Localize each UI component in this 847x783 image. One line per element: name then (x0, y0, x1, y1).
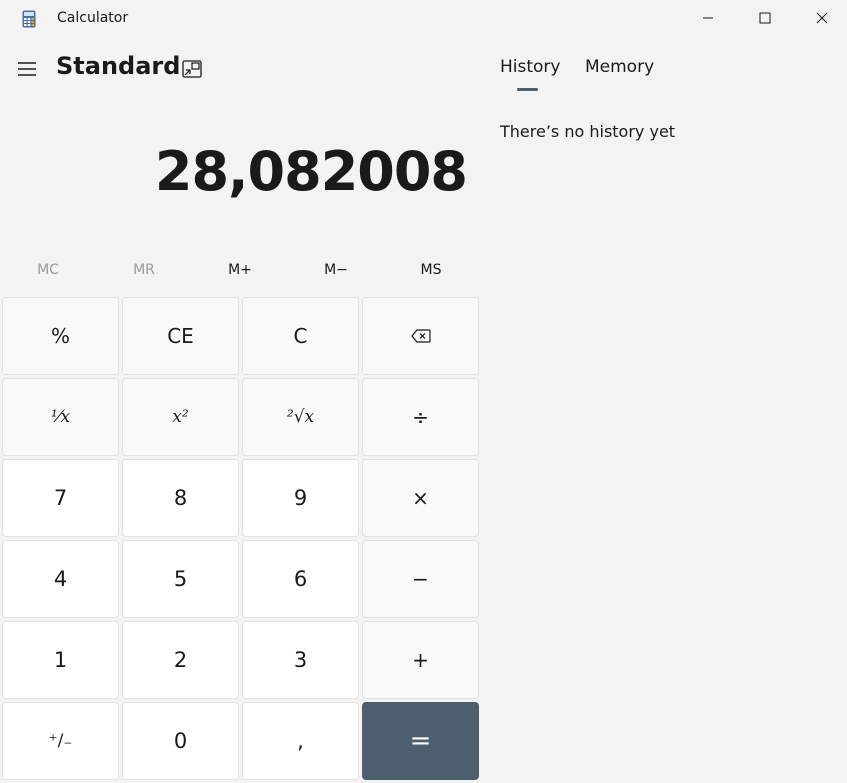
minus-button[interactable]: − (362, 540, 479, 618)
negate-button[interactable]: ⁺/₋ (2, 702, 119, 780)
equals-button[interactable]: = (362, 702, 479, 780)
digit-9-button[interactable]: 9 (242, 459, 359, 537)
memory-store-button[interactable]: MS (383, 254, 479, 286)
memory-subtract-button[interactable]: M− (288, 254, 384, 286)
empty-history-message: There’s no history yet (500, 122, 676, 141)
memory-recall-button[interactable]: MR (96, 254, 192, 286)
memory-clear-button[interactable]: MC (0, 254, 96, 286)
hamburger-menu-icon (18, 62, 36, 76)
plus-button[interactable]: + (362, 621, 479, 699)
reciprocal-button[interactable]: ¹⁄x (2, 378, 119, 456)
digit-6-button[interactable]: 6 (242, 540, 359, 618)
memory-controls: MC MR M+ M− MS (0, 254, 480, 286)
divide-button[interactable]: ÷ (362, 378, 479, 456)
negate-label: ⁺/₋ (48, 731, 73, 751)
keep-on-top-icon (182, 60, 202, 78)
mode-title: Standard (56, 52, 181, 80)
title-bar: Calculator (0, 0, 847, 38)
memory-add-button[interactable]: M+ (192, 254, 288, 286)
digit-7-button[interactable]: 7 (2, 459, 119, 537)
tab-history[interactable]: History (500, 57, 560, 77)
digit-2-button[interactable]: 2 (122, 621, 239, 699)
percent-button[interactable]: % (2, 297, 119, 375)
clear-button[interactable]: C (242, 297, 359, 375)
result-display: 28,082008 (154, 140, 468, 203)
keypad: % CE C ¹⁄x x² ²√x ÷ 7 8 9 × 4 5 6 − 1 2 … (2, 297, 480, 780)
square-label: x² (172, 407, 189, 427)
square-root-button[interactable]: ²√x (242, 378, 359, 456)
calculator-app-icon (22, 10, 36, 28)
digit-0-button[interactable]: 0 (122, 702, 239, 780)
reciprocal-label: ¹⁄x (50, 407, 71, 427)
digit-8-button[interactable]: 8 (122, 459, 239, 537)
backspace-icon (410, 329, 431, 343)
maximize-button[interactable] (742, 0, 788, 36)
square-root-label: ²√x (286, 407, 315, 427)
tab-memory[interactable]: Memory (585, 57, 654, 77)
minimize-icon (703, 17, 713, 19)
close-icon (816, 12, 828, 24)
navigation-menu-button[interactable] (14, 56, 40, 82)
square-button[interactable]: x² (122, 378, 239, 456)
minimize-button[interactable] (685, 0, 731, 36)
digit-5-button[interactable]: 5 (122, 540, 239, 618)
window-title: Calculator (57, 10, 129, 26)
active-tab-indicator (517, 88, 538, 91)
close-button[interactable] (799, 0, 845, 36)
digit-3-button[interactable]: 3 (242, 621, 359, 699)
backspace-button[interactable] (362, 297, 479, 375)
digit-4-button[interactable]: 4 (2, 540, 119, 618)
keep-on-top-button[interactable] (178, 56, 206, 82)
clear-entry-button[interactable]: CE (122, 297, 239, 375)
decimal-separator-button[interactable]: , (242, 702, 359, 780)
digit-1-button[interactable]: 1 (2, 621, 119, 699)
maximize-icon (759, 12, 771, 24)
multiply-button[interactable]: × (362, 459, 479, 537)
